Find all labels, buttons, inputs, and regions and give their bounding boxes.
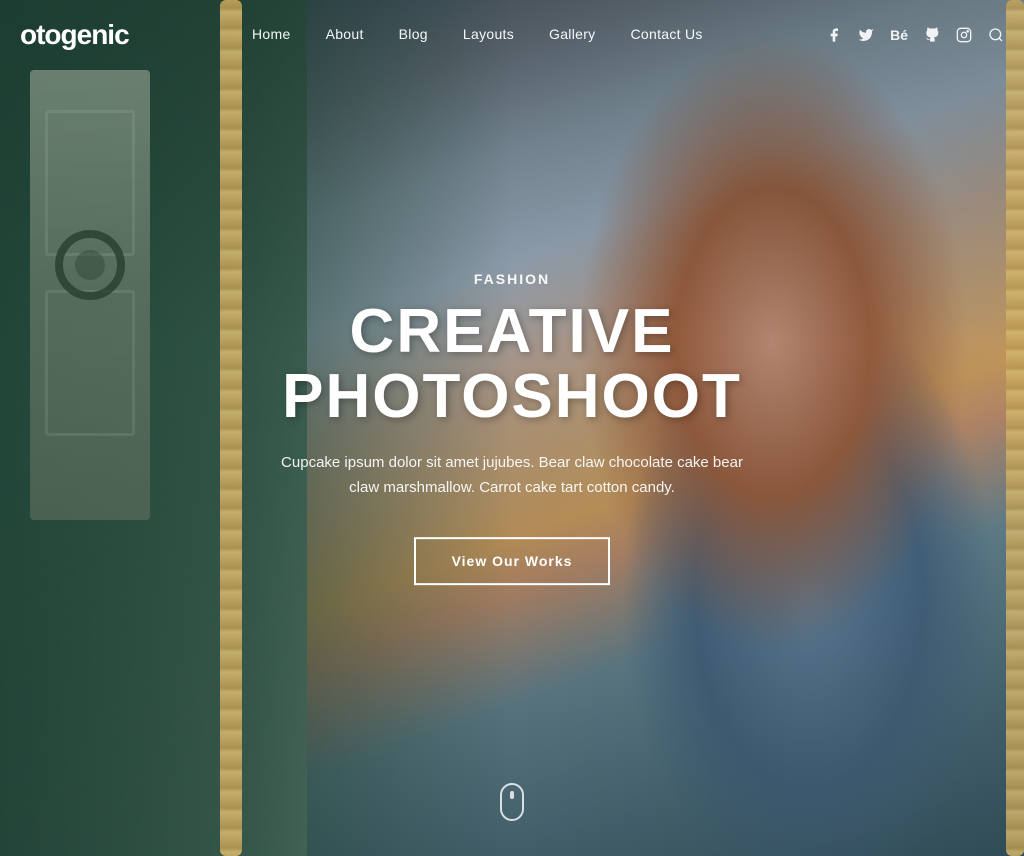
- main-navigation: otogenic Home About Blog Layouts Gallery…: [0, 0, 1024, 70]
- scroll-mouse-icon: [500, 783, 524, 821]
- wreath-decoration: [55, 230, 125, 300]
- nav-link-about[interactable]: About: [326, 26, 364, 42]
- hero-category: Fashion: [212, 271, 812, 287]
- door-panel: [30, 70, 150, 520]
- site-logo[interactable]: otogenic: [20, 19, 129, 51]
- nav-item-about[interactable]: About: [326, 26, 364, 44]
- social-links: Bé: [826, 27, 1004, 43]
- nav-item-gallery[interactable]: Gallery: [549, 26, 595, 44]
- door-decoration: [30, 70, 160, 570]
- nav-item-home[interactable]: Home: [252, 26, 291, 44]
- nav-link-blog[interactable]: Blog: [399, 26, 428, 42]
- twitter-icon[interactable]: [858, 27, 874, 43]
- logo-text: otogenic: [20, 19, 129, 50]
- scroll-indicator: [500, 783, 524, 821]
- nav-item-contact[interactable]: Contact Us: [630, 26, 702, 44]
- hero-description: Cupcake ipsum dolor sit amet jujubes. Be…: [272, 451, 752, 501]
- nav-link-layouts[interactable]: Layouts: [463, 26, 514, 42]
- search-icon[interactable]: [988, 27, 1004, 43]
- nav-link-gallery[interactable]: Gallery: [549, 26, 595, 42]
- behance-icon[interactable]: Bé: [890, 27, 908, 43]
- nav-item-blog[interactable]: Blog: [399, 26, 428, 44]
- instagram-icon[interactable]: [956, 27, 972, 43]
- rope-right: [1006, 0, 1024, 856]
- nav-menu: Home About Blog Layouts Gallery Contact …: [252, 26, 703, 44]
- hero-section: otogenic Home About Blog Layouts Gallery…: [0, 0, 1024, 856]
- github-icon[interactable]: [924, 27, 940, 43]
- hero-title: CREATIVE PHOTOSHOOT: [212, 299, 812, 429]
- hero-content: Fashion CREATIVE PHOTOSHOOT Cupcake ipsu…: [212, 271, 812, 585]
- hero-cta-button[interactable]: View Our Works: [414, 537, 611, 585]
- nav-link-contact[interactable]: Contact Us: [630, 26, 702, 42]
- nav-item-layouts[interactable]: Layouts: [463, 26, 514, 44]
- nav-link-home[interactable]: Home: [252, 26, 291, 42]
- scroll-wheel: [510, 791, 514, 799]
- facebook-icon[interactable]: [826, 27, 842, 43]
